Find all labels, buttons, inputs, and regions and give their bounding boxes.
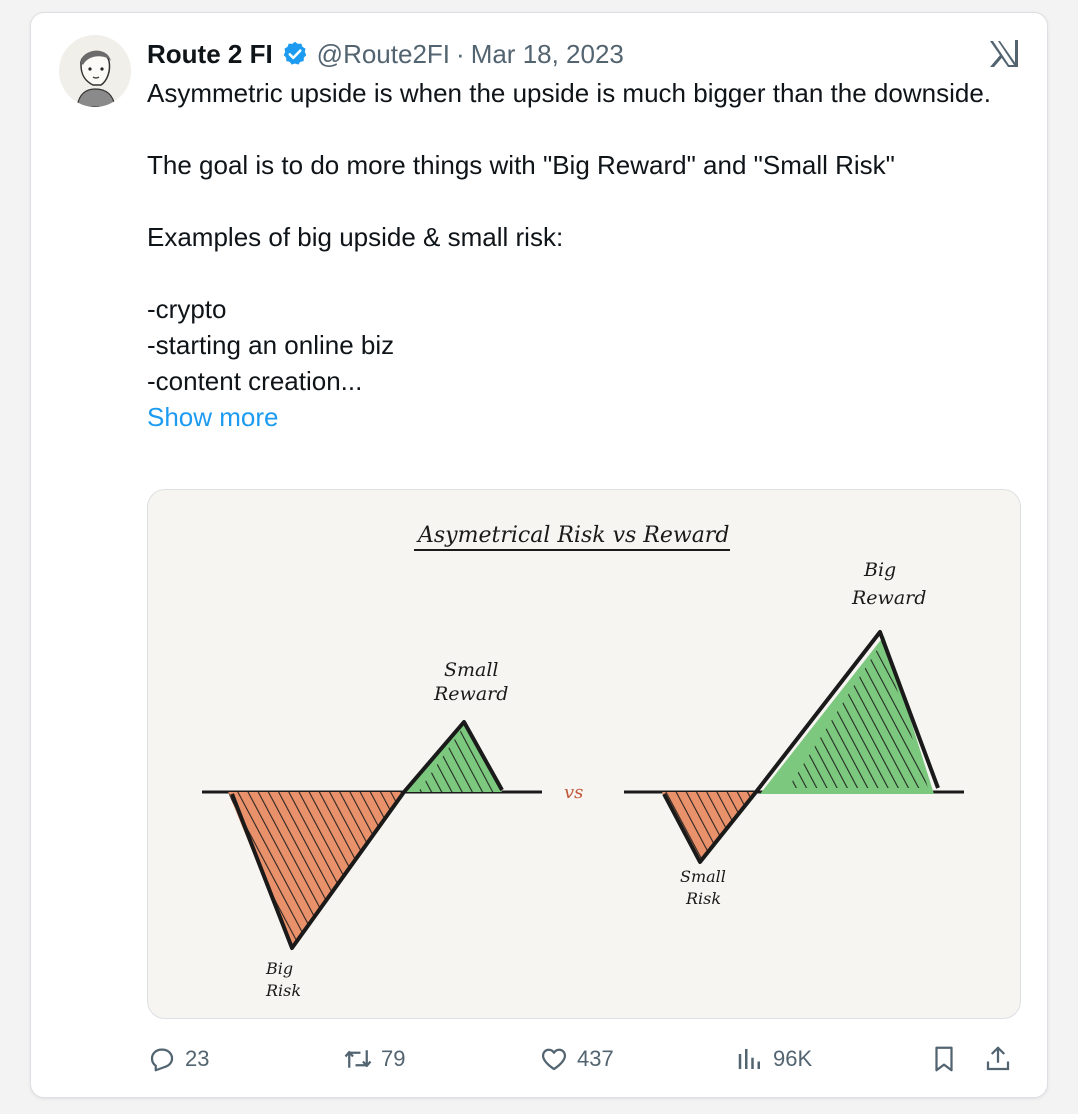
left-risk-hatch <box>228 792 404 948</box>
left-reward-label-1: Small <box>444 659 499 681</box>
left-risk-label-1: Big <box>265 959 293 978</box>
tweet-line-1: Asymmetric upside is when the upside is … <box>147 78 991 108</box>
tweet-header: Route 2 FI @Route2FI · Mar 18, 2023 <box>147 37 624 71</box>
tweet-line-3: The goal is to do more things with "Big … <box>147 150 895 180</box>
avatar[interactable] <box>59 35 131 107</box>
views-button[interactable]: 96K <box>735 1039 812 1079</box>
x-logo-icon[interactable] <box>987 37 1021 71</box>
left-reward-label-2: Reward <box>433 683 508 705</box>
right-risk-label-1: Small <box>680 867 726 886</box>
share-button[interactable] <box>983 1039 1021 1079</box>
tweet-card: Route 2 FI @Route2FI · Mar 18, 2023 Asym… <box>30 12 1048 1098</box>
bookmark-button[interactable] <box>929 1039 967 1079</box>
left-risk-label-2: Risk <box>265 981 301 1000</box>
meta-separator: · <box>456 38 465 69</box>
right-reward-label-2: Reward <box>851 587 926 609</box>
vs-label: vs <box>564 782 583 803</box>
image-title: Asymetrical Risk vs Reward <box>416 523 729 548</box>
tweet-line-7: -crypto <box>147 294 227 324</box>
tweet-text: Asymmetric upside is when the upside is … <box>147 75 997 435</box>
views-icon <box>738 1049 760 1069</box>
tweet-image[interactable]: Asymetrical Risk vs Reward Small Reward … <box>147 489 1021 1019</box>
tweet-line-8: -starting an online biz <box>147 330 395 360</box>
reply-icon <box>150 1048 174 1072</box>
tweet-line-9: -content creation... <box>147 366 363 396</box>
bookmark-icon <box>935 1046 953 1072</box>
repost-icon <box>344 1050 372 1068</box>
reply-count: 23 <box>185 1046 210 1071</box>
reply-button[interactable]: 23 <box>147 1039 209 1079</box>
repost-button[interactable]: 79 <box>343 1039 405 1079</box>
like-button[interactable]: 437 <box>539 1039 614 1079</box>
author-handle[interactable]: @Route2FI <box>317 39 450 70</box>
repost-count: 79 <box>381 1046 406 1071</box>
share-icon <box>986 1046 1010 1071</box>
show-more-link[interactable]: Show more <box>147 399 997 435</box>
verified-badge-icon <box>281 40 309 68</box>
action-bar: 23 79 437 96K <box>147 1039 1021 1079</box>
tweet-date[interactable]: Mar 18, 2023 <box>471 39 624 70</box>
right-reward-label-1: Big <box>863 559 896 581</box>
tweet-line-5: Examples of big upside & small risk: <box>147 222 564 252</box>
like-count: 437 <box>577 1046 614 1071</box>
view-count: 96K <box>773 1046 813 1071</box>
author-name[interactable]: Route 2 FI <box>147 39 273 70</box>
right-risk-label-2: Risk <box>685 889 721 908</box>
like-icon <box>541 1048 567 1071</box>
